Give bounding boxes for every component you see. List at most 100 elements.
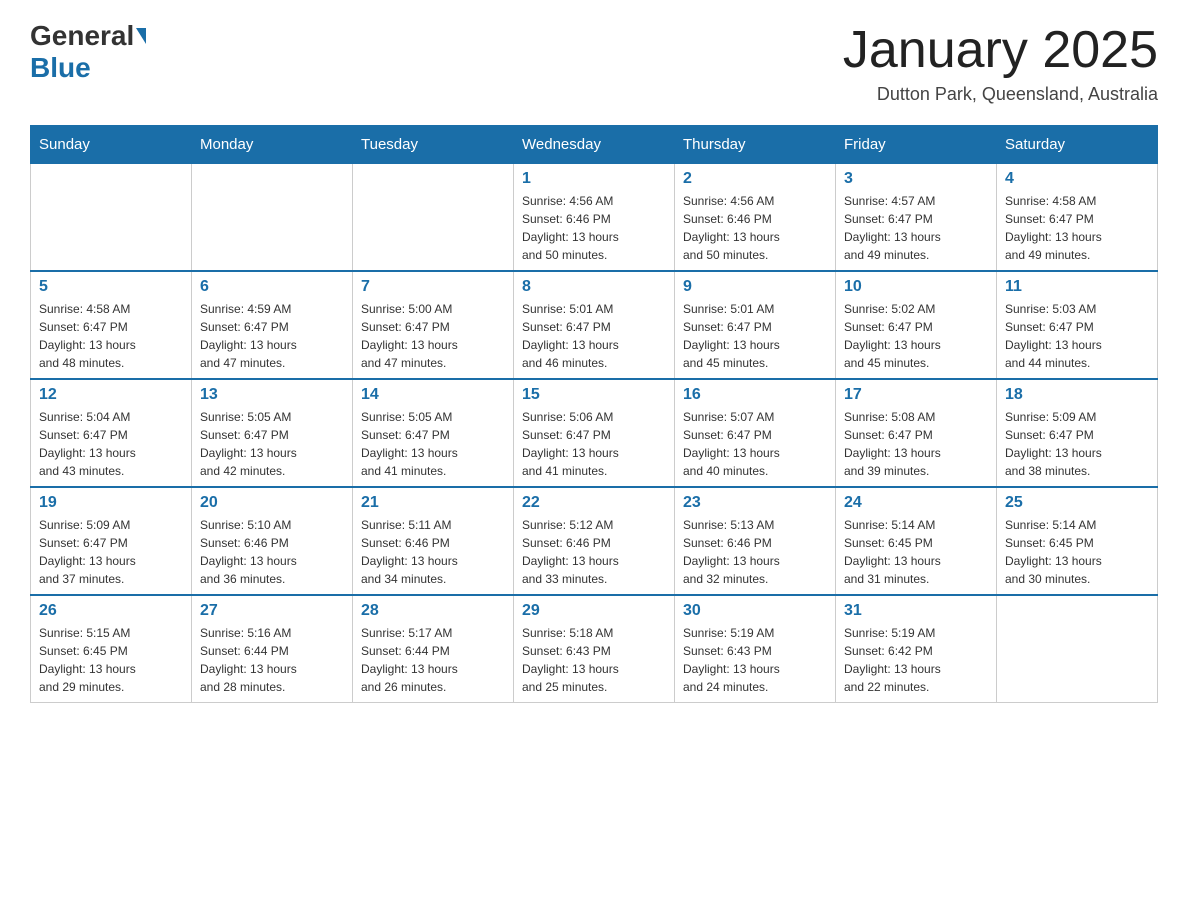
day-number: 27 (200, 602, 344, 620)
day-info: Sunrise: 4:57 AMSunset: 6:47 PMDaylight:… (844, 192, 988, 264)
day-number: 20 (200, 494, 344, 512)
day-info: Sunrise: 4:58 AMSunset: 6:47 PMDaylight:… (39, 300, 183, 372)
day-info: Sunrise: 5:08 AMSunset: 6:47 PMDaylight:… (844, 408, 988, 480)
day-number: 22 (522, 494, 666, 512)
calendar-cell: 25 Sunrise: 5:14 AMSunset: 6:45 PMDayligh… (997, 487, 1158, 595)
day-number: 9 (683, 278, 827, 296)
day-info: Sunrise: 5:05 AMSunset: 6:47 PMDaylight:… (200, 408, 344, 480)
calendar-cell: 21 Sunrise: 5:11 AMSunset: 6:46 PMDayligh… (353, 487, 514, 595)
day-info: Sunrise: 5:15 AMSunset: 6:45 PMDaylight:… (39, 624, 183, 696)
calendar-cell: 15 Sunrise: 5:06 AMSunset: 6:47 PMDayligh… (514, 379, 675, 487)
day-number: 30 (683, 602, 827, 620)
day-number: 21 (361, 494, 505, 512)
calendar-cell (31, 164, 192, 272)
calendar-week-3: 12Sunrise: 5:04 AMSunset: 6:47 PMDayligh… (31, 379, 1158, 487)
day-info: Sunrise: 5:16 AMSunset: 6:44 PMDaylight:… (200, 624, 344, 696)
day-number: 18 (1005, 386, 1149, 404)
day-info: Sunrise: 5:07 AMSunset: 6:47 PMDaylight:… (683, 408, 827, 480)
day-number: 1 (522, 170, 666, 188)
day-info: Sunrise: 5:14 AMSunset: 6:45 PMDaylight:… (1005, 516, 1149, 588)
day-number: 29 (522, 602, 666, 620)
day-number: 14 (361, 386, 505, 404)
calendar-table: Sunday Monday Tuesday Wednesday Thursday… (30, 125, 1158, 703)
title-area: January 2025 Dutton Park, Queensland, Au… (843, 20, 1158, 105)
day-number: 23 (683, 494, 827, 512)
day-info: Sunrise: 4:58 AMSunset: 6:47 PMDaylight:… (1005, 192, 1149, 264)
col-tuesday: Tuesday (353, 126, 514, 164)
day-number: 6 (200, 278, 344, 296)
day-number: 12 (39, 386, 183, 404)
day-number: 7 (361, 278, 505, 296)
calendar-cell: 3Sunrise: 4:57 AMSunset: 6:47 PMDaylight… (836, 164, 997, 272)
calendar-cell: 14 Sunrise: 5:05 AMSunset: 6:47 PMDayligh… (353, 379, 514, 487)
calendar-cell: 26 Sunrise: 5:15 AMSunset: 6:45 PMDayligh… (31, 595, 192, 703)
logo: General Blue (30, 20, 148, 84)
day-number: 31 (844, 602, 988, 620)
calendar-cell: 29Sunrise: 5:18 AMSunset: 6:43 PMDayligh… (514, 595, 675, 703)
day-info: Sunrise: 5:06 AMSunset: 6:47 PMDaylight:… (522, 408, 666, 480)
day-number: 8 (522, 278, 666, 296)
calendar-week-2: 5 Sunrise: 4:58 AMSunset: 6:47 PMDaylight… (31, 271, 1158, 379)
calendar-cell: 27 Sunrise: 5:16 AMSunset: 6:44 PMDayligh… (192, 595, 353, 703)
calendar-cell: 13 Sunrise: 5:05 AMSunset: 6:47 PMDayligh… (192, 379, 353, 487)
day-info: Sunrise: 5:10 AMSunset: 6:46 PMDaylight:… (200, 516, 344, 588)
day-info: Sunrise: 5:14 AMSunset: 6:45 PMDaylight:… (844, 516, 988, 588)
logo-general-text: General (30, 20, 134, 52)
day-number: 10 (844, 278, 988, 296)
logo-blue-text: Blue (30, 52, 91, 84)
day-number: 11 (1005, 278, 1149, 296)
day-info: Sunrise: 5:09 AMSunset: 6:47 PMDaylight:… (39, 516, 183, 588)
calendar-cell: 12Sunrise: 5:04 AMSunset: 6:47 PMDayligh… (31, 379, 192, 487)
calendar-cell (192, 164, 353, 272)
day-number: 25 (1005, 494, 1149, 512)
page-header: General Blue January 2025 Dutton Park, Q… (30, 20, 1158, 105)
calendar-cell: 4 Sunrise: 4:58 AMSunset: 6:47 PMDaylight… (997, 164, 1158, 272)
col-sunday: Sunday (31, 126, 192, 164)
day-info: Sunrise: 5:01 AMSunset: 6:47 PMDaylight:… (522, 300, 666, 372)
calendar-cell: 10Sunrise: 5:02 AMSunset: 6:47 PMDayligh… (836, 271, 997, 379)
day-info: Sunrise: 5:05 AMSunset: 6:47 PMDaylight:… (361, 408, 505, 480)
day-number: 13 (200, 386, 344, 404)
day-info: Sunrise: 5:01 AMSunset: 6:47 PMDaylight:… (683, 300, 827, 372)
calendar-week-5: 26 Sunrise: 5:15 AMSunset: 6:45 PMDayligh… (31, 595, 1158, 703)
day-info: Sunrise: 5:03 AMSunset: 6:47 PMDaylight:… (1005, 300, 1149, 372)
calendar-cell: 24 Sunrise: 5:14 AMSunset: 6:45 PMDayligh… (836, 487, 997, 595)
calendar-week-4: 19Sunrise: 5:09 AMSunset: 6:47 PMDayligh… (31, 487, 1158, 595)
calendar-week-1: 1 Sunrise: 4:56 AMSunset: 6:46 PMDaylight… (31, 164, 1158, 272)
day-info: Sunrise: 5:12 AMSunset: 6:46 PMDaylight:… (522, 516, 666, 588)
day-number: 16 (683, 386, 827, 404)
day-info: Sunrise: 5:19 AMSunset: 6:42 PMDaylight:… (844, 624, 988, 696)
calendar-cell: 6Sunrise: 4:59 AMSunset: 6:47 PMDaylight… (192, 271, 353, 379)
day-info: Sunrise: 4:56 AMSunset: 6:46 PMDaylight:… (522, 192, 666, 264)
day-number: 17 (844, 386, 988, 404)
calendar-cell: 23Sunrise: 5:13 AMSunset: 6:46 PMDayligh… (675, 487, 836, 595)
col-thursday: Thursday (675, 126, 836, 164)
month-title: January 2025 (843, 20, 1158, 80)
calendar-cell: 7 Sunrise: 5:00 AMSunset: 6:47 PMDaylight… (353, 271, 514, 379)
calendar-cell: 5 Sunrise: 4:58 AMSunset: 6:47 PMDaylight… (31, 271, 192, 379)
day-info: Sunrise: 5:09 AMSunset: 6:47 PMDaylight:… (1005, 408, 1149, 480)
calendar-cell: 19Sunrise: 5:09 AMSunset: 6:47 PMDayligh… (31, 487, 192, 595)
calendar-cell: 11 Sunrise: 5:03 AMSunset: 6:47 PMDayligh… (997, 271, 1158, 379)
calendar-cell: 28 Sunrise: 5:17 AMSunset: 6:44 PMDayligh… (353, 595, 514, 703)
calendar-cell: 20 Sunrise: 5:10 AMSunset: 6:46 PMDayligh… (192, 487, 353, 595)
day-number: 24 (844, 494, 988, 512)
logo-arrow-icon (136, 28, 146, 44)
day-number: 15 (522, 386, 666, 404)
day-number: 26 (39, 602, 183, 620)
col-saturday: Saturday (997, 126, 1158, 164)
day-info: Sunrise: 5:00 AMSunset: 6:47 PMDaylight:… (361, 300, 505, 372)
calendar-cell (353, 164, 514, 272)
location: Dutton Park, Queensland, Australia (843, 84, 1158, 105)
calendar-cell: 17 Sunrise: 5:08 AMSunset: 6:47 PMDayligh… (836, 379, 997, 487)
day-number: 4 (1005, 170, 1149, 188)
day-number: 28 (361, 602, 505, 620)
day-info: Sunrise: 4:56 AMSunset: 6:46 PMDaylight:… (683, 192, 827, 264)
calendar-cell: 1 Sunrise: 4:56 AMSunset: 6:46 PMDaylight… (514, 164, 675, 272)
day-number: 5 (39, 278, 183, 296)
day-info: Sunrise: 5:11 AMSunset: 6:46 PMDaylight:… (361, 516, 505, 588)
day-info: Sunrise: 5:17 AMSunset: 6:44 PMDaylight:… (361, 624, 505, 696)
calendar-cell: 16 Sunrise: 5:07 AMSunset: 6:47 PMDayligh… (675, 379, 836, 487)
calendar-cell (997, 595, 1158, 703)
col-wednesday: Wednesday (514, 126, 675, 164)
